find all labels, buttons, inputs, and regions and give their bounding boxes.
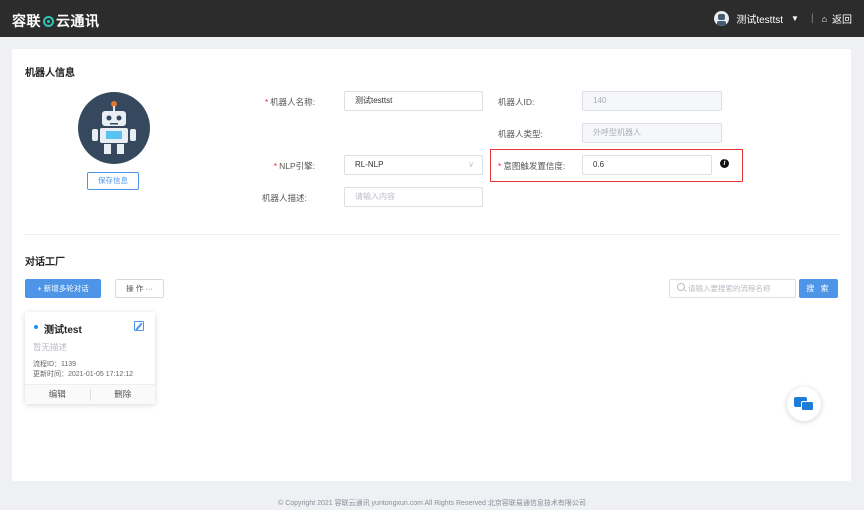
footer-copyright: © Copyright 2021 容联云通讯 yuntongxun.com Al… (278, 500, 586, 507)
flow-name: 测试test (44, 325, 82, 336)
edit-icon[interactable] (134, 321, 144, 331)
search-button[interactable]: 搜 索 (799, 279, 838, 298)
brand-text-2: 云通讯 (56, 13, 100, 29)
robot-desc-label: 机器人描述: (262, 193, 307, 203)
robot-desc-input[interactable]: 请输入内容 (344, 187, 483, 207)
username[interactable]: 测试testtst (736, 11, 783, 26)
robot-info-title: 机器人信息 (25, 68, 75, 79)
brand-logo[interactable]: 容联 云通讯 (12, 11, 100, 31)
flow-actions: 编辑 删除 (25, 384, 155, 404)
intent-confidence-input[interactable]: 0.6 (582, 155, 712, 175)
user-menu: 测试testtst ▼ | ⌂ 返回 (714, 10, 852, 27)
robot-icon (92, 101, 136, 154)
brand-mark-icon (43, 15, 54, 27)
delete-flow-button[interactable]: 删除 (91, 385, 156, 404)
back-link[interactable]: 返回 (832, 11, 852, 26)
brand-text-1: 容联 (12, 13, 41, 29)
nlp-engine-select[interactable]: RL-NLP ∨ (344, 155, 483, 175)
flow-description: 暂无描述 (33, 342, 68, 352)
add-dialogue-button[interactable]: + 新增多轮对话 (25, 279, 101, 298)
chat-bubble-icon-2 (801, 401, 814, 411)
info-icon[interactable]: i (720, 159, 729, 168)
chat-support-button[interactable] (787, 387, 821, 421)
save-info-button[interactable]: 保存信息 (87, 172, 139, 190)
robot-id-field: 140 (582, 91, 722, 111)
home-icon[interactable]: ⌂ (822, 14, 827, 24)
flow-id: 流程ID：1139 (33, 361, 77, 368)
user-avatar-icon (714, 11, 730, 26)
robot-type-field: 外呼型机器人 (582, 123, 722, 143)
flow-updated-time: 更新时间：2021-01-05 17:12:12 (33, 371, 133, 378)
flow-card[interactable]: 测试test 暂无描述 流程ID：1139 更新时间：2021-01-05 17… (25, 312, 155, 404)
robot-avatar (78, 92, 150, 164)
chevron-down-icon: ∨ (468, 160, 474, 169)
nlp-engine-value: RL-NLP (355, 160, 384, 169)
header-separator: | (810, 13, 814, 24)
flow-search-input[interactable]: 请输入要搜索的流程名称 (669, 279, 796, 298)
operations-button[interactable]: 操 作 ··· (115, 279, 164, 298)
caret-down-icon[interactable]: ▼ (791, 14, 799, 23)
top-bar: 容联 云通讯 测试testtst ▼ | ⌂ 返回 (0, 0, 864, 37)
intent-confidence-label: * 意图触发置信度: (498, 161, 566, 171)
robot-name-label: * 机器人名称: (264, 97, 315, 107)
nlp-engine-label: * NLP引擎: (273, 161, 315, 171)
section-divider (25, 234, 839, 235)
search-icon (677, 283, 685, 291)
dialogue-factory-title: 对话工厂 (25, 257, 65, 268)
robot-type-label: 机器人类型: (498, 129, 543, 139)
robot-id-label: 机器人ID: (498, 97, 535, 107)
edit-flow-button[interactable]: 编辑 (25, 385, 90, 404)
status-dot (34, 325, 38, 329)
robot-name-input[interactable]: 测试testtst (344, 91, 483, 111)
